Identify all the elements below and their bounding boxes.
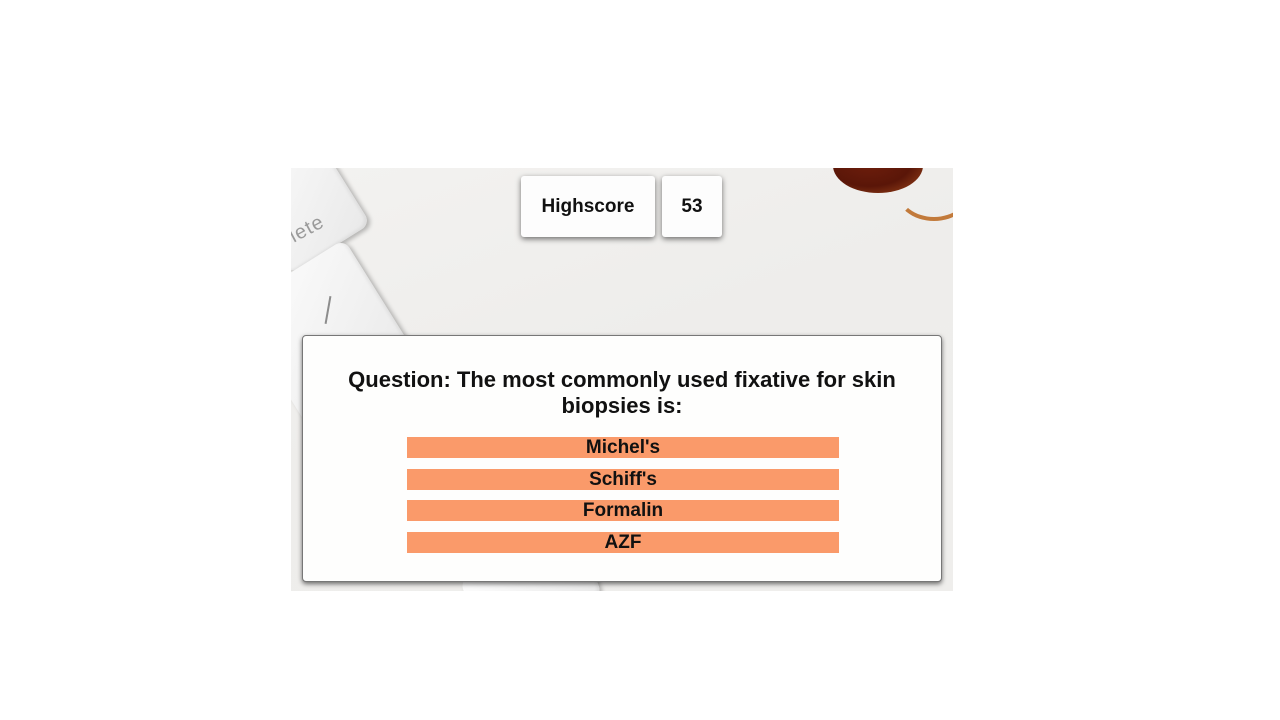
answer-button[interactable]: Formalin [407, 500, 839, 521]
highscore-label: Highscore [521, 176, 655, 237]
question-card: Question: The most commonly used fixativ… [302, 335, 942, 582]
question-text: Question: The most commonly used fixativ… [348, 367, 896, 418]
highscore-value: 53 [662, 176, 722, 237]
glasses-image [895, 168, 953, 221]
answer-button[interactable]: Michel's [407, 437, 839, 458]
answer-button[interactable]: AZF [407, 532, 839, 553]
answer-button[interactable]: Schiff's [407, 469, 839, 490]
